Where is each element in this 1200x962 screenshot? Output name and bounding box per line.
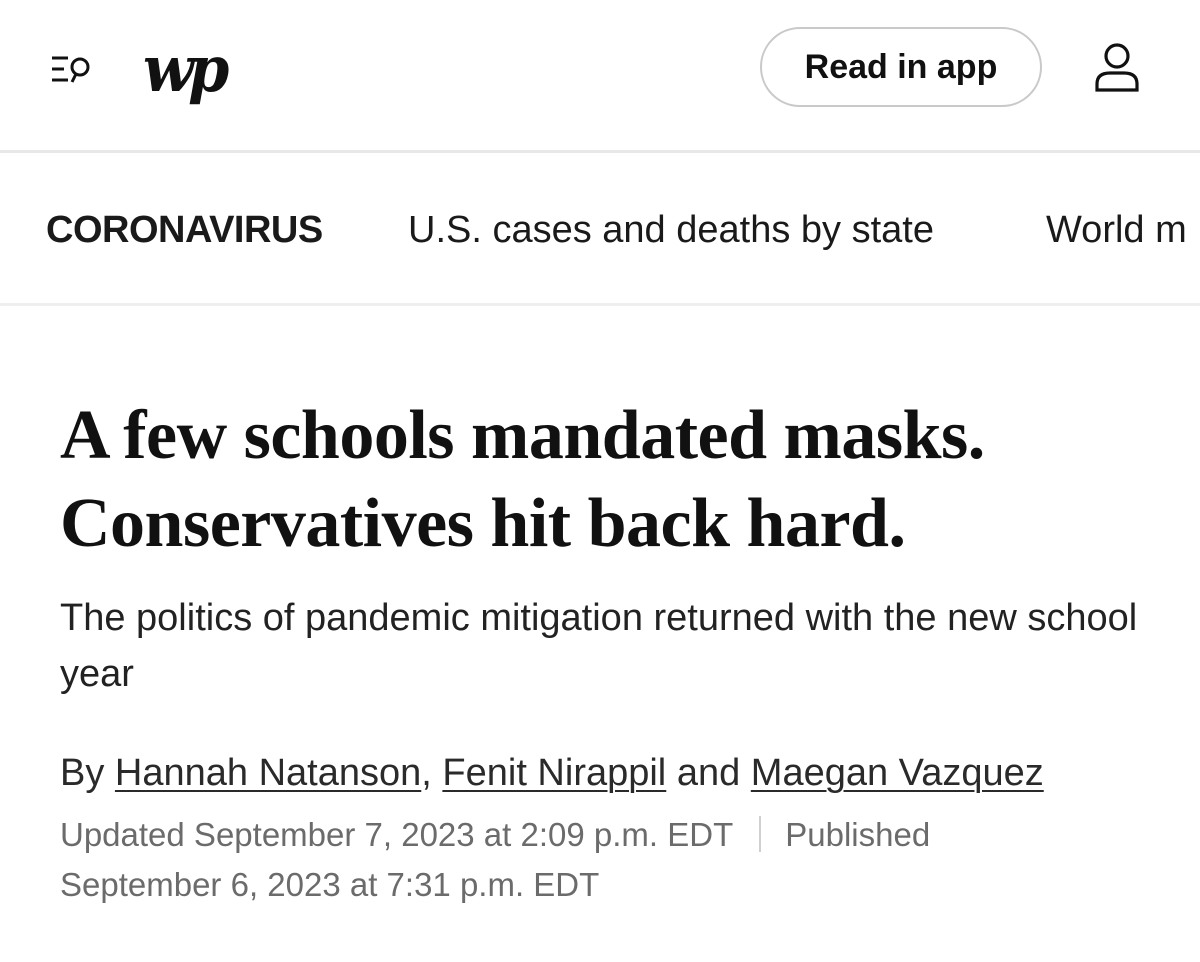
byline-prefix: By xyxy=(60,752,105,794)
top-header: wp Read in app xyxy=(0,0,1200,153)
read-in-app-button[interactable]: Read in app xyxy=(760,27,1042,107)
nav-link-world-map[interactable]: World m xyxy=(1046,208,1187,252)
nav-link-cases-by-state[interactable]: U.S. cases and deaths by state xyxy=(408,208,934,252)
byline: By Hannah Natanson, Fenit Nirappil and M… xyxy=(60,748,1180,798)
washington-post-logo[interactable]: wp xyxy=(143,30,229,110)
section-label-coronavirus[interactable]: CORONAVIRUS xyxy=(46,208,323,252)
account-icon xyxy=(1095,43,1139,92)
author-link-maegan-vazquez[interactable]: Maegan Vazquez xyxy=(751,752,1044,794)
account-button[interactable] xyxy=(1092,40,1142,96)
article-headline: A few schools mandated masks. Conservati… xyxy=(60,397,985,562)
author-link-fenit-nirappil[interactable]: Fenit Nirappil xyxy=(442,752,666,794)
article-subheadline: The politics of pandemic mitigation retu… xyxy=(60,597,1138,695)
menu-search-button[interactable] xyxy=(48,48,98,92)
byline-separator: , xyxy=(421,752,432,794)
menu-search-icon xyxy=(52,56,90,83)
updated-timestamp: Updated September 7, 2023 at 2:09 p.m. E… xyxy=(60,816,734,853)
article-timestamp: Updated September 7, 2023 at 2:09 p.m. E… xyxy=(60,810,1060,910)
section-nav: CORONAVIRUS U.S. cases and deaths by sta… xyxy=(0,153,1200,306)
timestamp-divider xyxy=(759,816,762,852)
author-link-hannah-natanson[interactable]: Hannah Natanson xyxy=(115,752,421,794)
byline-conjunction: and xyxy=(676,752,741,794)
